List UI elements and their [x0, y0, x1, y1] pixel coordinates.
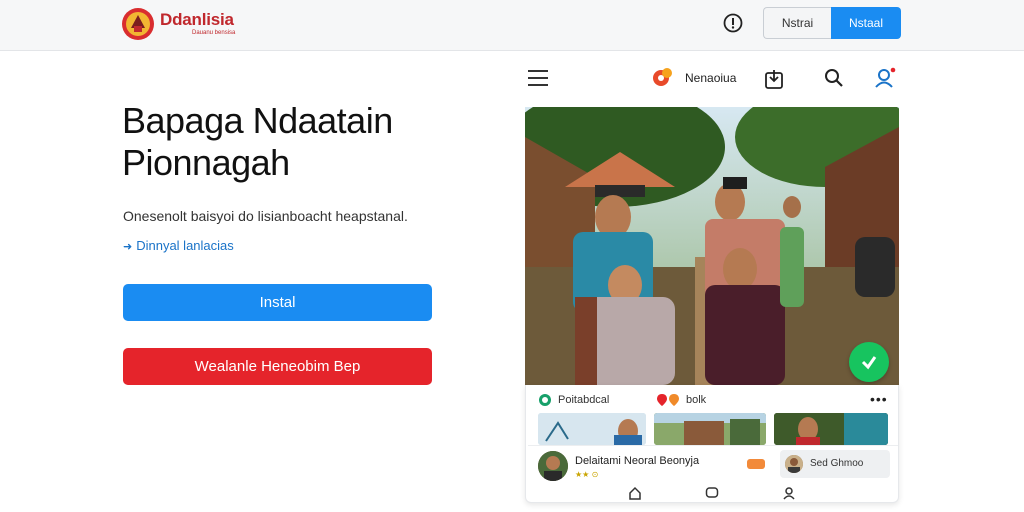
brand-title: Ddanlisia — [160, 10, 234, 29]
chat-avatar-image — [785, 455, 803, 473]
hero-title-line2: Pionnagah — [122, 142, 290, 183]
hero-subtitle: Onesenolt baisyoi do lisianboacht heapst… — [123, 208, 408, 224]
search-icon[interactable] — [824, 68, 844, 88]
app-badge-icon — [653, 68, 672, 86]
more-icon[interactable]: ••• — [870, 391, 888, 407]
brand-logo-icon[interactable] — [120, 6, 156, 42]
chat-avatar — [785, 455, 803, 473]
message-badge-icon — [747, 459, 765, 469]
feed-thumbnail-3[interactable] — [774, 413, 888, 445]
feed-thumbnail-1[interactable] — [538, 413, 646, 445]
contact-card[interactable]: Delaitami Neoral Beonyja ★★ ⊙ Sed Ghmoo — [528, 445, 898, 484]
hamburger-icon[interactable] — [528, 70, 548, 86]
contact-name: Delaitami Neoral Beonyja — [575, 455, 700, 467]
home-icon[interactable] — [628, 486, 642, 500]
top-bar: Ddanlisia Dauanu bensisa Nstrai Nstaal — [0, 0, 1024, 51]
check-fab-button[interactable] — [849, 342, 889, 382]
tag-pins-icon — [657, 394, 679, 406]
hero-title: Bapaga Ndaatain Pionnagah — [122, 100, 452, 184]
app-name: Nenaoiua — [685, 71, 737, 85]
feed-tag-2[interactable]: bolk — [656, 393, 706, 407]
bottom-nav-bar — [526, 483, 900, 503]
contact-meta: ★★ ⊙ — [575, 470, 599, 479]
phone-header: Nenaoiua — [520, 58, 905, 98]
chat-label: Sed Ghmoo — [810, 458, 864, 469]
feed-tags-row: Poitabdcal bolk ••• — [526, 391, 900, 413]
brand-subtitle: Dauanu bensisa — [192, 30, 236, 36]
link-arrow-icon: ➜ — [123, 241, 133, 253]
secondary-cta-button[interactable]: Wealanle Heneobim Bep — [123, 348, 432, 385]
feed-tag-2-label: bolk — [686, 394, 707, 406]
village-photo-image — [525, 107, 899, 385]
secondary-header-button[interactable]: Nstrai — [763, 7, 831, 39]
hero-photo — [525, 107, 899, 385]
chat-icon[interactable] — [705, 486, 719, 500]
feed-tag-1-label: Poitabdcal — [558, 394, 610, 406]
hero-link[interactable]: ➜ Dinnyal lanlacias — [123, 238, 234, 253]
feed-thumbnail-2[interactable] — [654, 413, 766, 445]
user-icon[interactable] — [874, 67, 896, 89]
phone-feed-panel: Poitabdcal bolk ••• Delaitami Neoral Beo… — [525, 385, 899, 503]
info-icon[interactable] — [722, 12, 744, 34]
avatar-image — [538, 451, 568, 481]
check-icon — [861, 356, 877, 370]
primary-header-button[interactable]: Nstaal — [831, 7, 901, 39]
avatar — [538, 451, 568, 481]
tag-green-icon — [539, 394, 551, 406]
share-icon[interactable] — [764, 68, 784, 90]
thumbnail-2-image — [654, 413, 766, 445]
thumbnail-3-image — [774, 413, 888, 445]
hero-link-label: Dinnyal lanlacias — [136, 238, 234, 253]
profile-icon[interactable] — [782, 486, 796, 500]
hero-title-line1: Bapaga Ndaatain — [122, 100, 393, 141]
thumbnail-1-image — [538, 413, 646, 445]
feed-tag-1[interactable]: Poitabdcal — [538, 393, 609, 407]
install-button[interactable]: Instal — [123, 284, 432, 321]
chat-pill-button[interactable]: Sed Ghmoo — [780, 450, 890, 478]
